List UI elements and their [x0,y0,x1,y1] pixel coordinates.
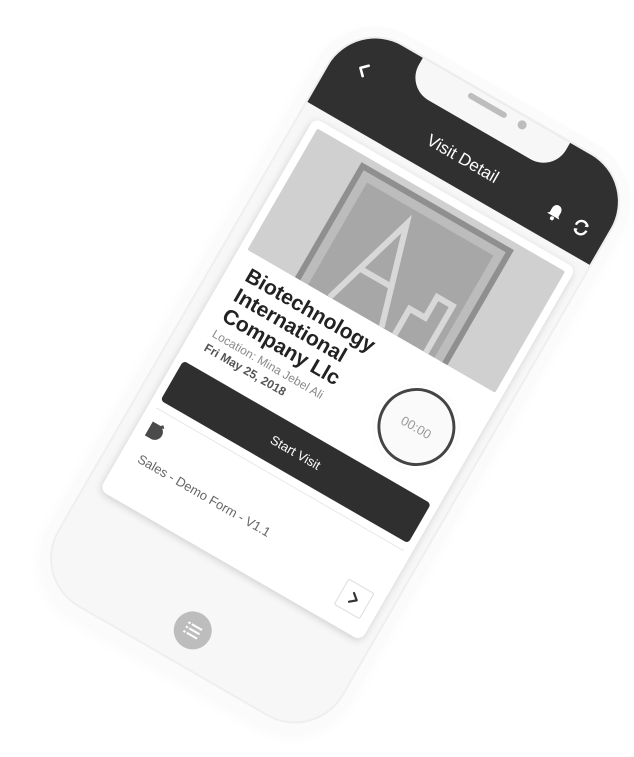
phone-mockup: Visit Detail Biotechnology International… [29,16,634,744]
phone-frame: Visit Detail Biotechnology International… [29,16,634,744]
phone-notch [405,52,574,173]
form-name: Sales - Demo Form - V1.1 [135,451,274,540]
front-camera [515,118,529,132]
speaker-grille [466,91,508,120]
bell-icon [547,205,562,221]
open-form-button[interactable] [333,578,375,620]
refresh-icon [573,219,589,236]
list-fab-button[interactable] [166,604,219,657]
stage: Visit Detail Biotechnology International… [0,0,634,757]
chevron-left-icon [359,64,370,78]
chevron-right-icon [347,591,358,603]
half-circle-status-icon [144,421,165,440]
list-icon [182,621,203,640]
